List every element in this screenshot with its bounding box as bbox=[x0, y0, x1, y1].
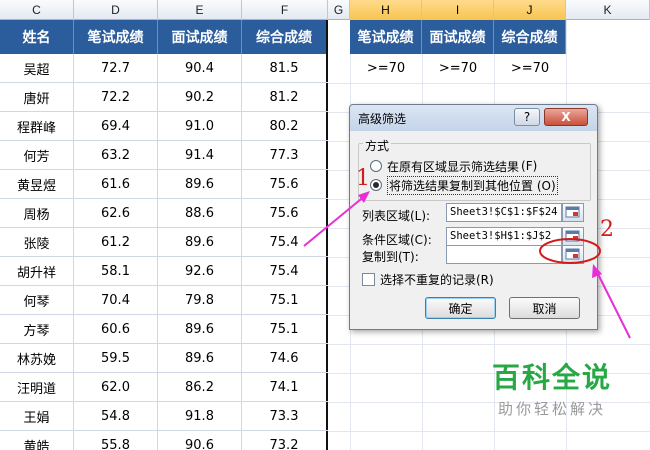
step-number-1: 1 bbox=[356, 166, 370, 191]
watermark: 百科全说 助你轻松解决 bbox=[462, 356, 642, 424]
watermark-slogan: 助你轻松解决 bbox=[497, 400, 606, 418]
step-number-2: 2 bbox=[600, 217, 614, 242]
watermark-logo-text: 百科全说 bbox=[491, 361, 612, 394]
highlight-circle bbox=[539, 238, 601, 264]
arrow-1-shaft bbox=[303, 194, 367, 247]
arrow-2-shaft bbox=[595, 269, 631, 339]
arrow-2-head bbox=[592, 264, 602, 278]
